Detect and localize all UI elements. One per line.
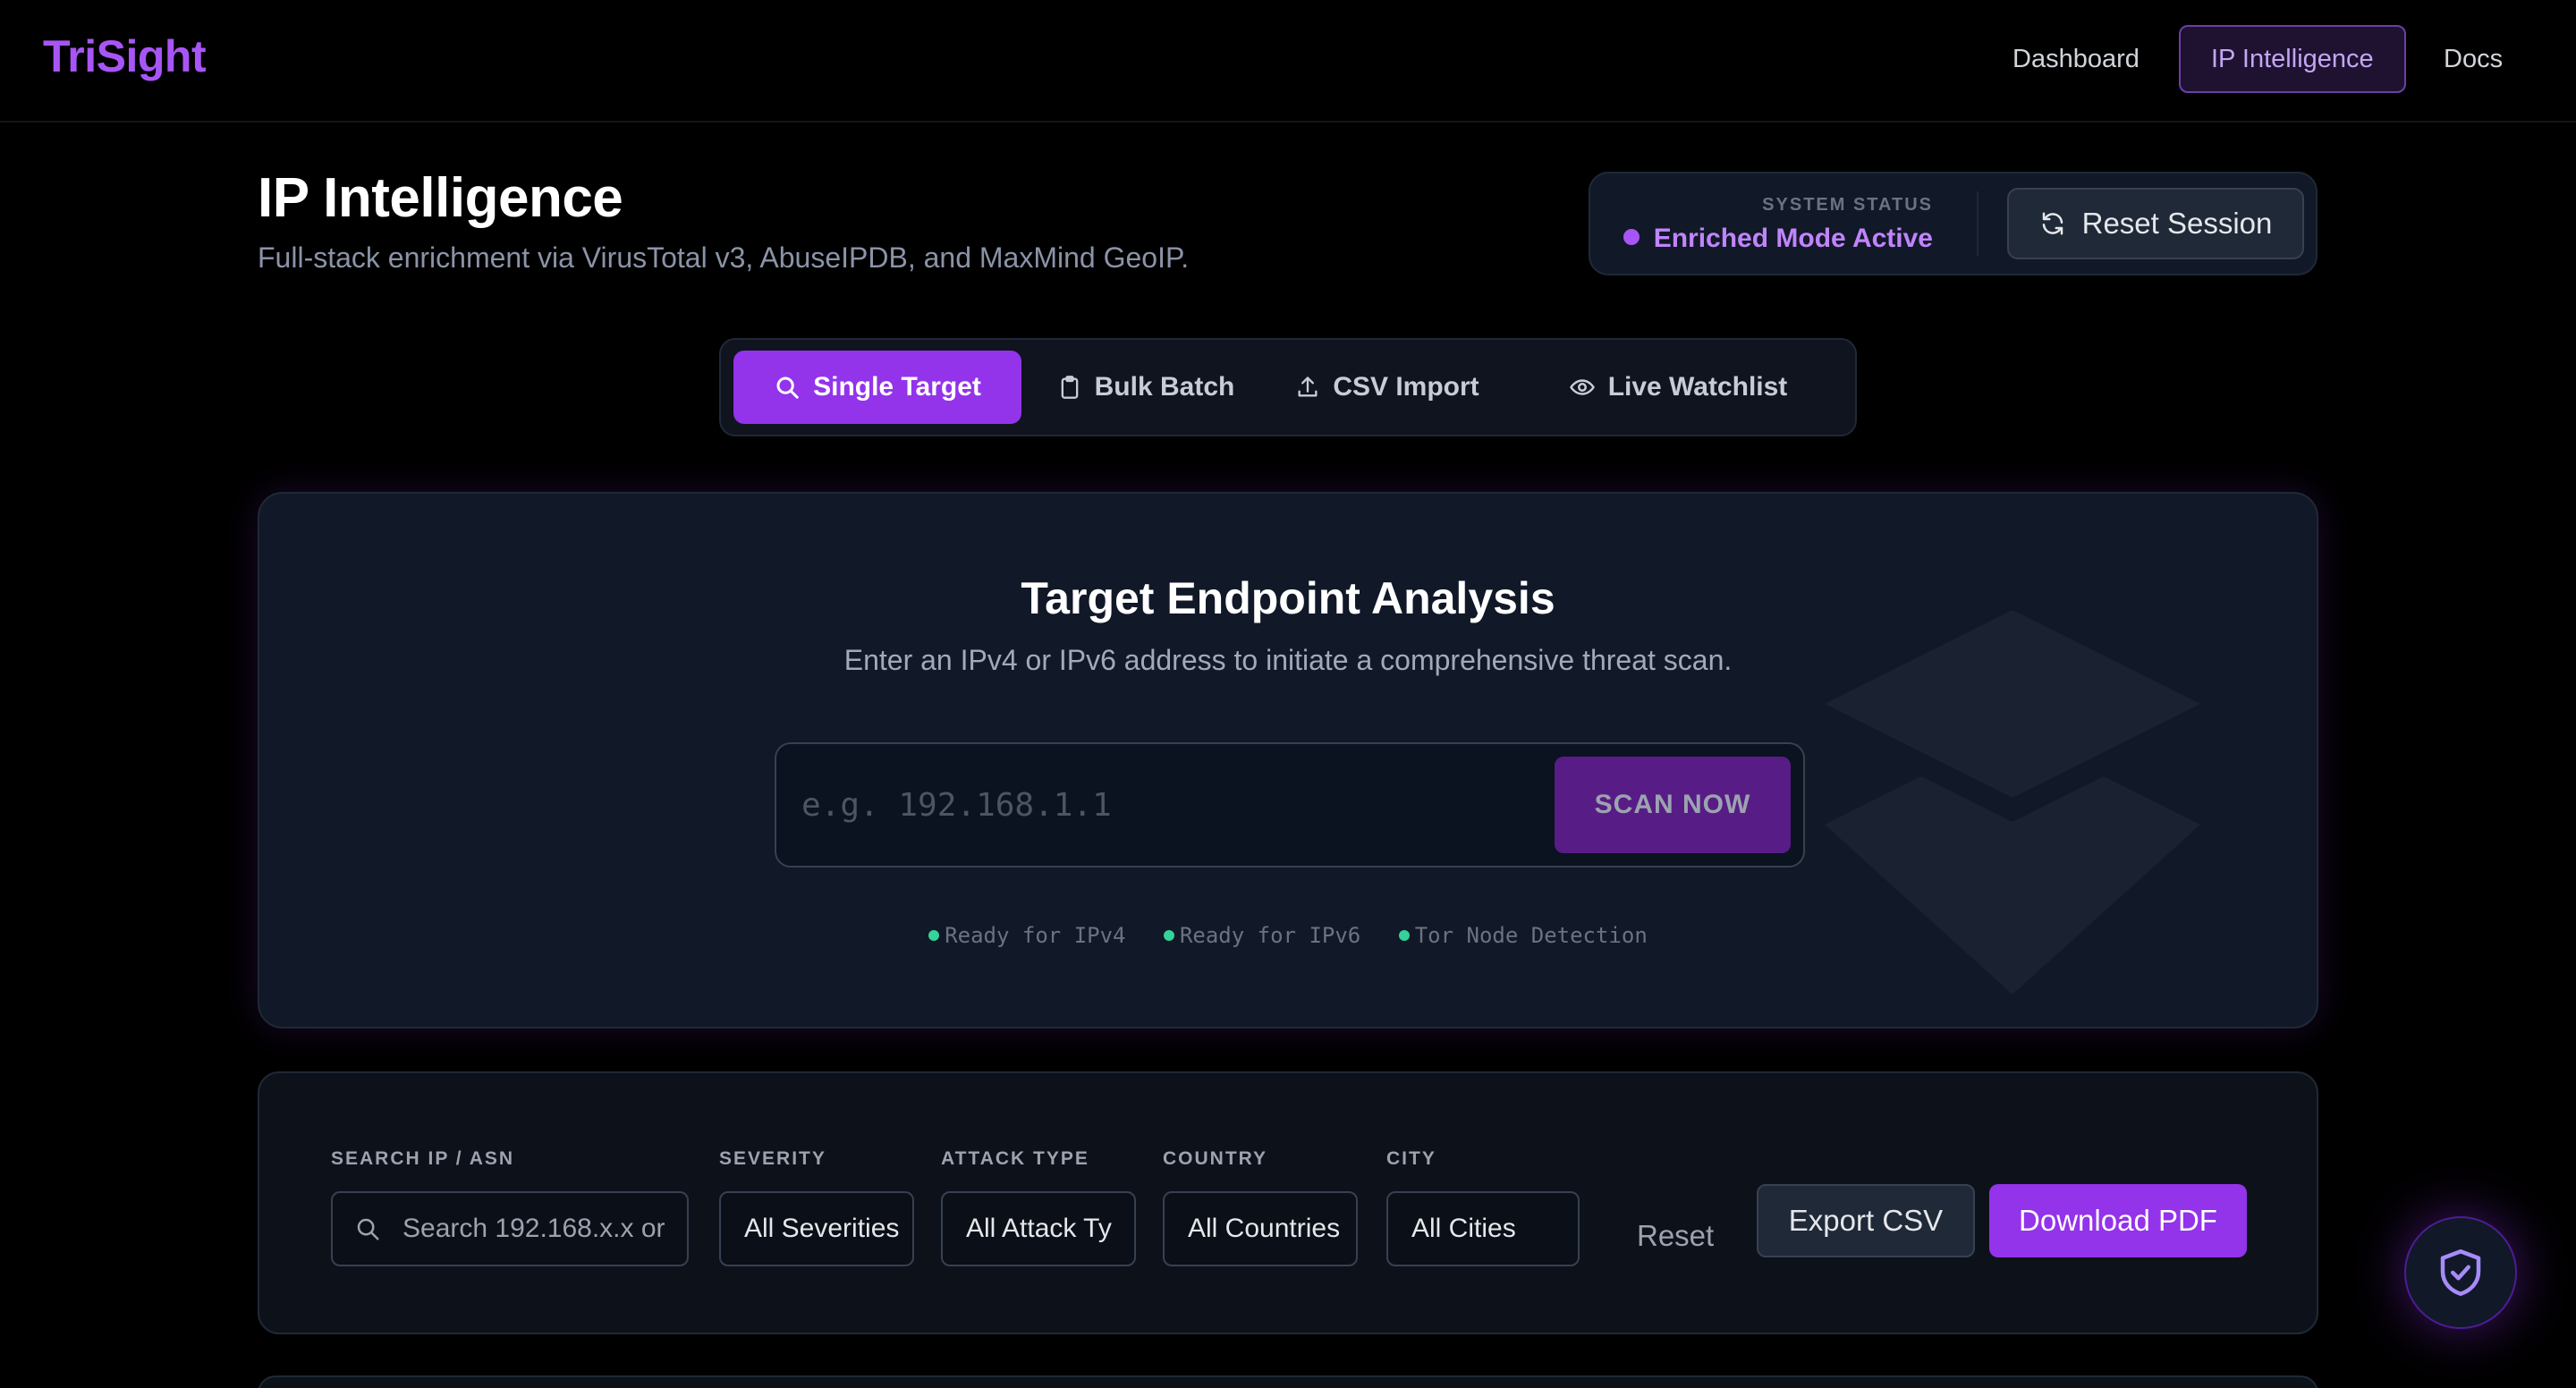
clipboard-icon	[1061, 376, 1078, 399]
capability-label: Ready for IPv6	[1179, 923, 1361, 948]
status-dot-icon	[1623, 229, 1640, 245]
system-status-text: Enriched Mode Active	[1653, 224, 1933, 253]
capability-item: Tor Node Detection	[1398, 923, 1648, 948]
download-pdf-button[interactable]: Download PDF	[1989, 1184, 2247, 1257]
filter-attack-type-group: ATTACK TYPE All Attack Ty	[941, 1148, 1136, 1266]
capability-item: Ready for IPv4	[928, 923, 1126, 948]
nav-link-docs[interactable]: Docs	[2413, 25, 2533, 93]
shield-fab-button[interactable]	[2404, 1216, 2517, 1329]
tab-label: Single Target	[813, 372, 981, 402]
page-title: IP Intelligence	[258, 167, 623, 229]
filter-city-label: CITY	[1386, 1148, 1436, 1169]
tab-bulk-batch[interactable]: Bulk Batch	[1043, 351, 1249, 424]
filter-severity-label: SEVERITY	[719, 1148, 826, 1169]
reset-filters-button[interactable]: Reset	[1637, 1200, 1714, 1272]
scan-form: SCAN NOW	[775, 742, 1805, 868]
search-icon	[776, 377, 799, 399]
filter-country-group: COUNTRY All Countries	[1163, 1148, 1358, 1266]
eye-icon	[1569, 379, 1595, 395]
nav-link-dashboard[interactable]: Dashboard	[1982, 25, 2170, 93]
tab-csv-import[interactable]: CSV Import	[1267, 351, 1508, 424]
status-dot-icon	[1398, 930, 1410, 941]
results-card-edge	[258, 1375, 2318, 1388]
capability-indicators: Ready for IPv4 Ready for IPv6 Tor Node D…	[259, 923, 2317, 948]
tab-label: Bulk Batch	[1094, 372, 1235, 402]
reset-session-label: Reset Session	[2081, 207, 2273, 240]
shield-check-icon	[2440, 1249, 2481, 1296]
tab-label: CSV Import	[1333, 372, 1479, 402]
system-status-panel: SYSTEM STATUS Enriched Mode Active Reset…	[1589, 172, 2318, 275]
filter-country-label: COUNTRY	[1163, 1148, 1268, 1169]
export-csv-button[interactable]: Export CSV	[1757, 1184, 1975, 1257]
mode-tabs: Single Target Bulk Batch CSV Import Live…	[719, 338, 1857, 436]
city-select[interactable]: All Cities	[1386, 1191, 1580, 1266]
tab-live-watchlist[interactable]: Live Watchlist	[1531, 351, 1825, 424]
status-dot-icon	[1163, 930, 1174, 941]
analysis-subtitle: Enter an IPv4 or IPv6 address to initiat…	[843, 644, 1733, 676]
page-subtitle: Full-stack enrichment via VirusTotal v3,…	[258, 241, 1190, 274]
filter-severity-group: SEVERITY All Severities	[719, 1148, 914, 1266]
capability-label: Ready for IPv4	[945, 923, 1126, 948]
filter-bar: SEARCH IP / ASN Search 192.168.x.x or SE…	[258, 1071, 2318, 1334]
status-dot-icon	[928, 930, 940, 941]
search-ip-asn-input[interactable]: Search 192.168.x.x or	[331, 1191, 689, 1266]
analysis-title: Target Endpoint Analysis	[1021, 573, 1555, 623]
filter-search-label: SEARCH IP / ASN	[331, 1148, 515, 1169]
search-placeholder: Search 192.168.x.x or	[402, 1214, 665, 1243]
capability-label: Tor Node Detection	[1414, 923, 1648, 948]
filter-search-group: SEARCH IP / ASN Search 192.168.x.x or	[331, 1148, 689, 1266]
severity-select[interactable]: All Severities	[719, 1191, 914, 1266]
target-analysis-card: Target Endpoint Analysis Enter an IPv4 o…	[258, 492, 2318, 1028]
status-divider	[1977, 191, 1979, 256]
refresh-icon	[2042, 212, 2063, 235]
ip-address-input[interactable]	[801, 764, 1499, 846]
tab-label: Live Watchlist	[1607, 372, 1788, 402]
upload-icon	[1298, 377, 1318, 397]
system-status-label: SYSTEM STATUS	[1762, 195, 1933, 215]
system-status-value: Enriched Mode Active	[1623, 224, 1933, 254]
tab-single-target[interactable]: Single Target	[733, 351, 1021, 424]
capability-item: Ready for IPv6	[1163, 923, 1361, 948]
top-nav: TriSight Dashboard IP Intelligence Docs	[0, 0, 2576, 123]
country-select[interactable]: All Countries	[1163, 1191, 1358, 1266]
nav-link-ip-intelligence[interactable]: IP Intelligence	[2179, 25, 2406, 93]
filter-city-group: CITY All Cities	[1386, 1148, 1580, 1266]
brand-logo[interactable]: TriSight	[43, 30, 207, 82]
search-icon	[357, 1218, 379, 1240]
attack-type-select[interactable]: All Attack Ty	[941, 1191, 1136, 1266]
scan-now-button[interactable]: SCAN NOW	[1555, 757, 1791, 853]
filter-attack-type-label: ATTACK TYPE	[941, 1148, 1089, 1169]
reset-session-button[interactable]: Reset Session	[2007, 188, 2304, 259]
